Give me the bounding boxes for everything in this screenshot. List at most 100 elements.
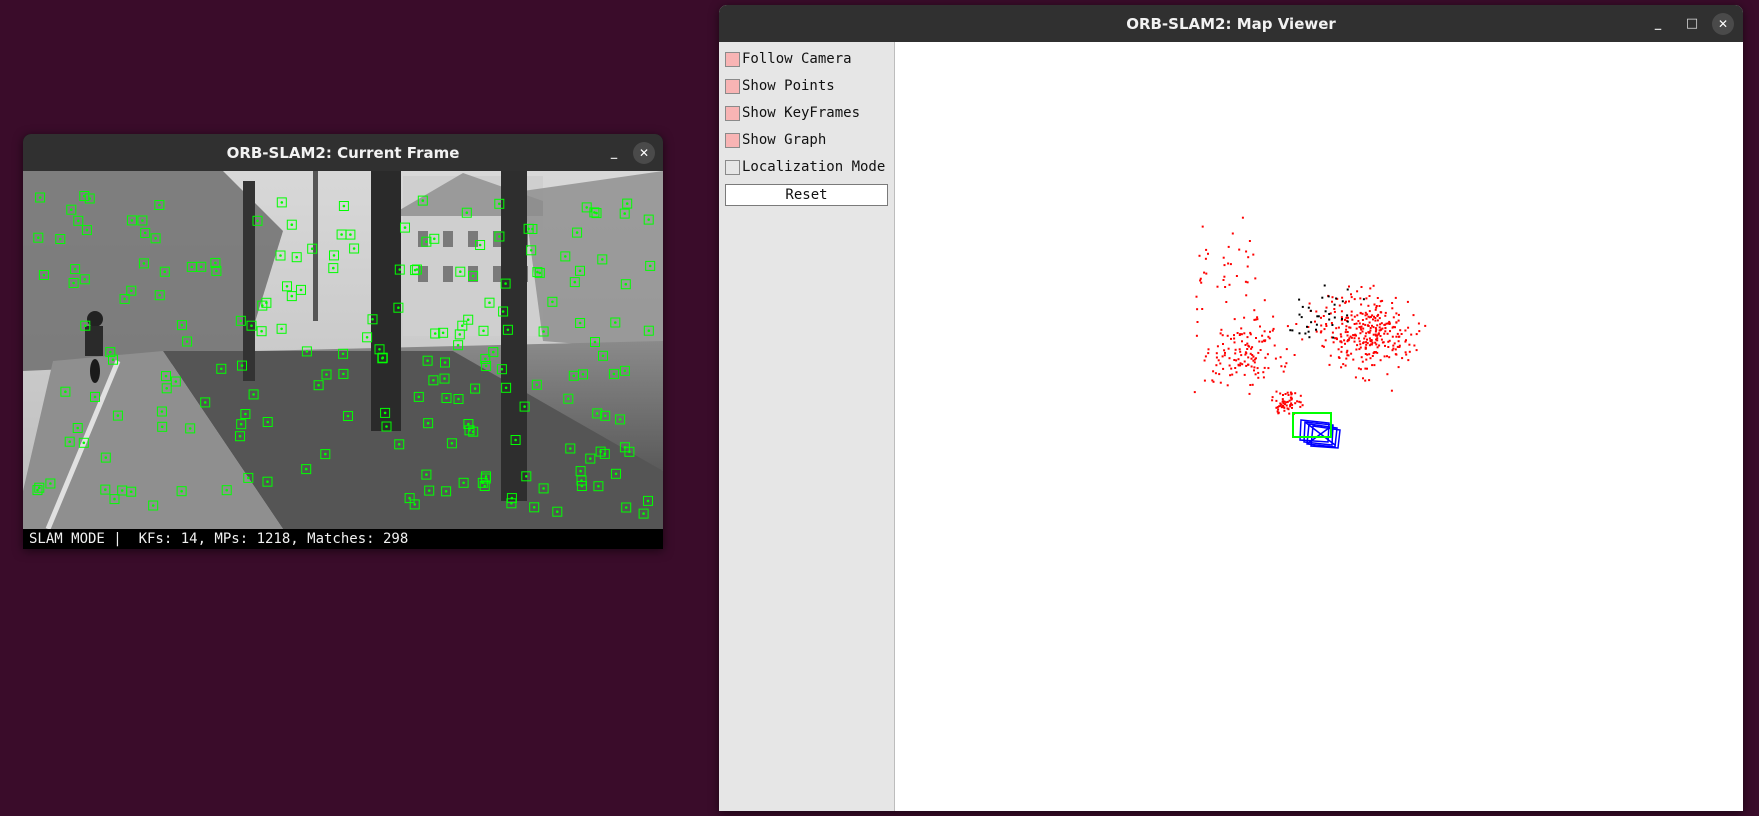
map-titlebar[interactable]: ORB-SLAM2: Map Viewer _ □ ✕ [719,5,1743,42]
feature-point [445,396,448,400]
feature-point [433,332,437,335]
map-point [1350,296,1353,299]
map-point [1205,248,1208,251]
feature-point [129,490,133,494]
feature-point [295,255,299,259]
map-point [1340,310,1343,313]
map-point [1354,376,1357,379]
map-point [1329,354,1332,357]
close-button[interactable]: ✕ [633,134,655,171]
map-point [1360,303,1363,306]
map-point [1389,330,1391,333]
maximize-icon[interactable]: □ [1681,5,1703,42]
map-point [1230,367,1233,370]
map-point [1349,335,1352,338]
show-graph-checkbox[interactable]: Show Graph [725,129,826,151]
map-point [1264,356,1267,359]
map-point [1199,279,1202,282]
map-point [1342,363,1345,366]
status-bar: SLAM MODE | KFs: 14, MPs: 1218, Matches:… [23,529,663,549]
map-point [1353,334,1356,337]
map-point [1253,369,1255,372]
map-point [1381,341,1384,344]
map-point [1341,322,1344,325]
feature-point [84,324,87,327]
map-point [1405,339,1407,342]
feature-point [529,249,533,252]
map-point [1235,371,1238,374]
feature-point [647,218,650,221]
feature-point [38,486,41,490]
map-point [1307,306,1310,309]
frame-titlebar[interactable]: ORB-SLAM2: Current Frame _ ✕ [23,134,663,171]
checkbox-icon[interactable] [725,105,740,121]
map-point [1364,323,1367,326]
feature-point [504,386,508,390]
map-point [1391,349,1394,352]
feature-point [160,410,164,413]
map-point [1240,333,1243,336]
feature-point [403,226,407,229]
map-point [1345,316,1348,319]
map-point [1367,304,1370,307]
map-point [1251,346,1254,349]
checkbox-icon[interactable] [725,78,740,94]
checkbox-icon[interactable] [725,159,740,175]
map-point [1371,324,1373,327]
show-keyframes-checkbox[interactable]: Show KeyFrames [725,102,860,124]
feature-point [280,327,283,331]
map-point [1246,336,1249,339]
map-point [1225,301,1228,303]
feature-point [143,231,147,235]
map-point [1362,342,1365,345]
map-point [1241,216,1244,219]
minimize-icon[interactable]: _ [603,134,625,171]
map-point [1247,356,1250,359]
feature-point [160,425,164,429]
minimize-icon[interactable]: _ [1647,5,1669,42]
follow-camera-checkbox[interactable]: Follow Camera [725,48,852,70]
show-points-checkbox[interactable]: Show Points [725,75,835,97]
map-point [1275,399,1278,402]
map-point [1371,355,1374,357]
close-button[interactable]: ✕ [1712,5,1734,42]
map-point [1239,333,1242,336]
feature-point [104,488,107,491]
map-point [1355,348,1358,351]
checkbox-icon[interactable] [725,51,740,67]
map-point [1345,325,1348,328]
map-point [1252,355,1255,358]
map-point [1335,327,1338,330]
feature-point [484,364,488,368]
checkbox-icon[interactable] [725,132,740,148]
map-point [1245,352,1248,355]
map-point [1366,338,1368,341]
map-point [1332,336,1335,339]
localization-mode-checkbox[interactable]: Localization Mode [725,156,885,178]
map-point [1294,402,1297,405]
feature-point [536,270,539,274]
reset-button[interactable]: Reset [725,184,888,206]
feature-point [595,412,599,415]
map-point [1279,356,1282,359]
feature-point [116,414,120,417]
map-point [1267,335,1270,338]
map-point [1283,409,1286,412]
map-point [1340,316,1343,319]
feature-point [569,447,572,450]
map-point [1340,350,1343,353]
map-point [1291,403,1294,406]
map-point [1236,332,1239,334]
map-point [1280,403,1283,406]
feature-point [425,240,428,243]
map-point [1240,354,1243,357]
map-point [1348,337,1351,340]
trees-right [523,171,663,351]
map-3d-view[interactable] [895,42,1743,811]
feature-point [450,442,454,445]
map-point [1320,324,1323,327]
map-point [1226,334,1229,337]
map-point [1375,343,1378,346]
map-point [1287,408,1290,411]
map-point [1361,360,1364,363]
